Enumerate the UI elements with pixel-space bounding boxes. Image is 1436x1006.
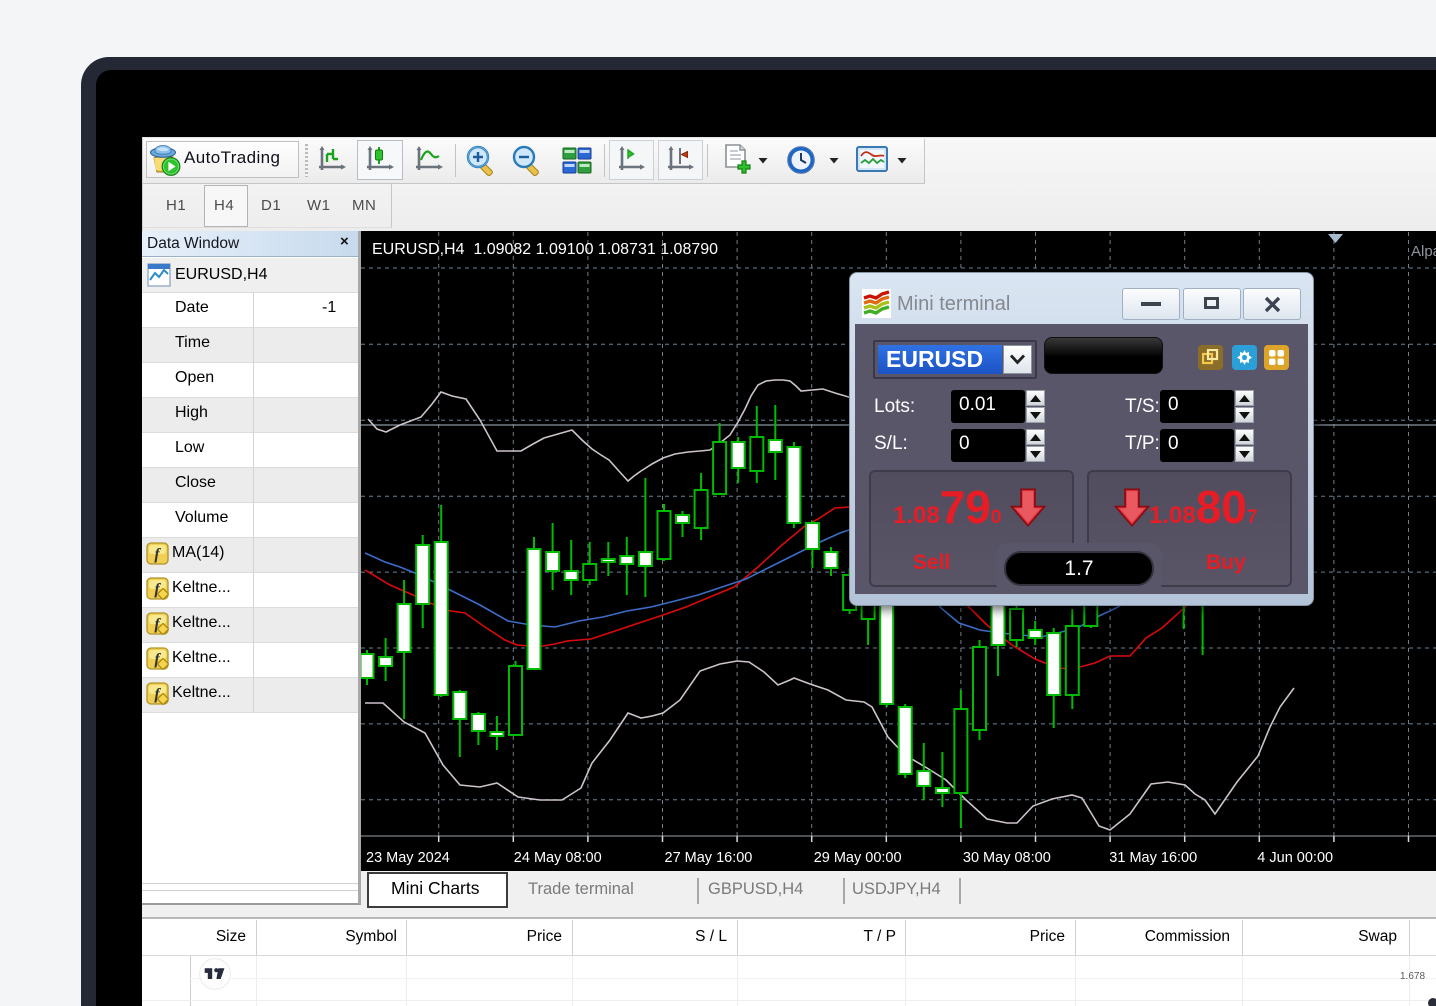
svg-text:Alpari: Alpari xyxy=(1411,243,1436,260)
svg-text:EURUSD,H4 1.09082 1.09100 1.0: EURUSD,H4 1.09082 1.09100 1.08731 1.0879… xyxy=(372,241,718,258)
svg-text:29 May 00:00: 29 May 00:00 xyxy=(814,850,902,866)
svg-text:30 May 08:00: 30 May 08:00 xyxy=(963,850,1051,866)
svg-text:31 May 16:00: 31 May 16:00 xyxy=(1109,850,1197,866)
svg-text:24 May 08:00: 24 May 08:00 xyxy=(514,850,602,866)
svg-text:23 May 2024: 23 May 2024 xyxy=(366,850,450,866)
svg-text:27 May 16:00: 27 May 16:00 xyxy=(665,850,753,866)
svg-text:4 Jun 00:00: 4 Jun 00:00 xyxy=(1257,850,1333,866)
